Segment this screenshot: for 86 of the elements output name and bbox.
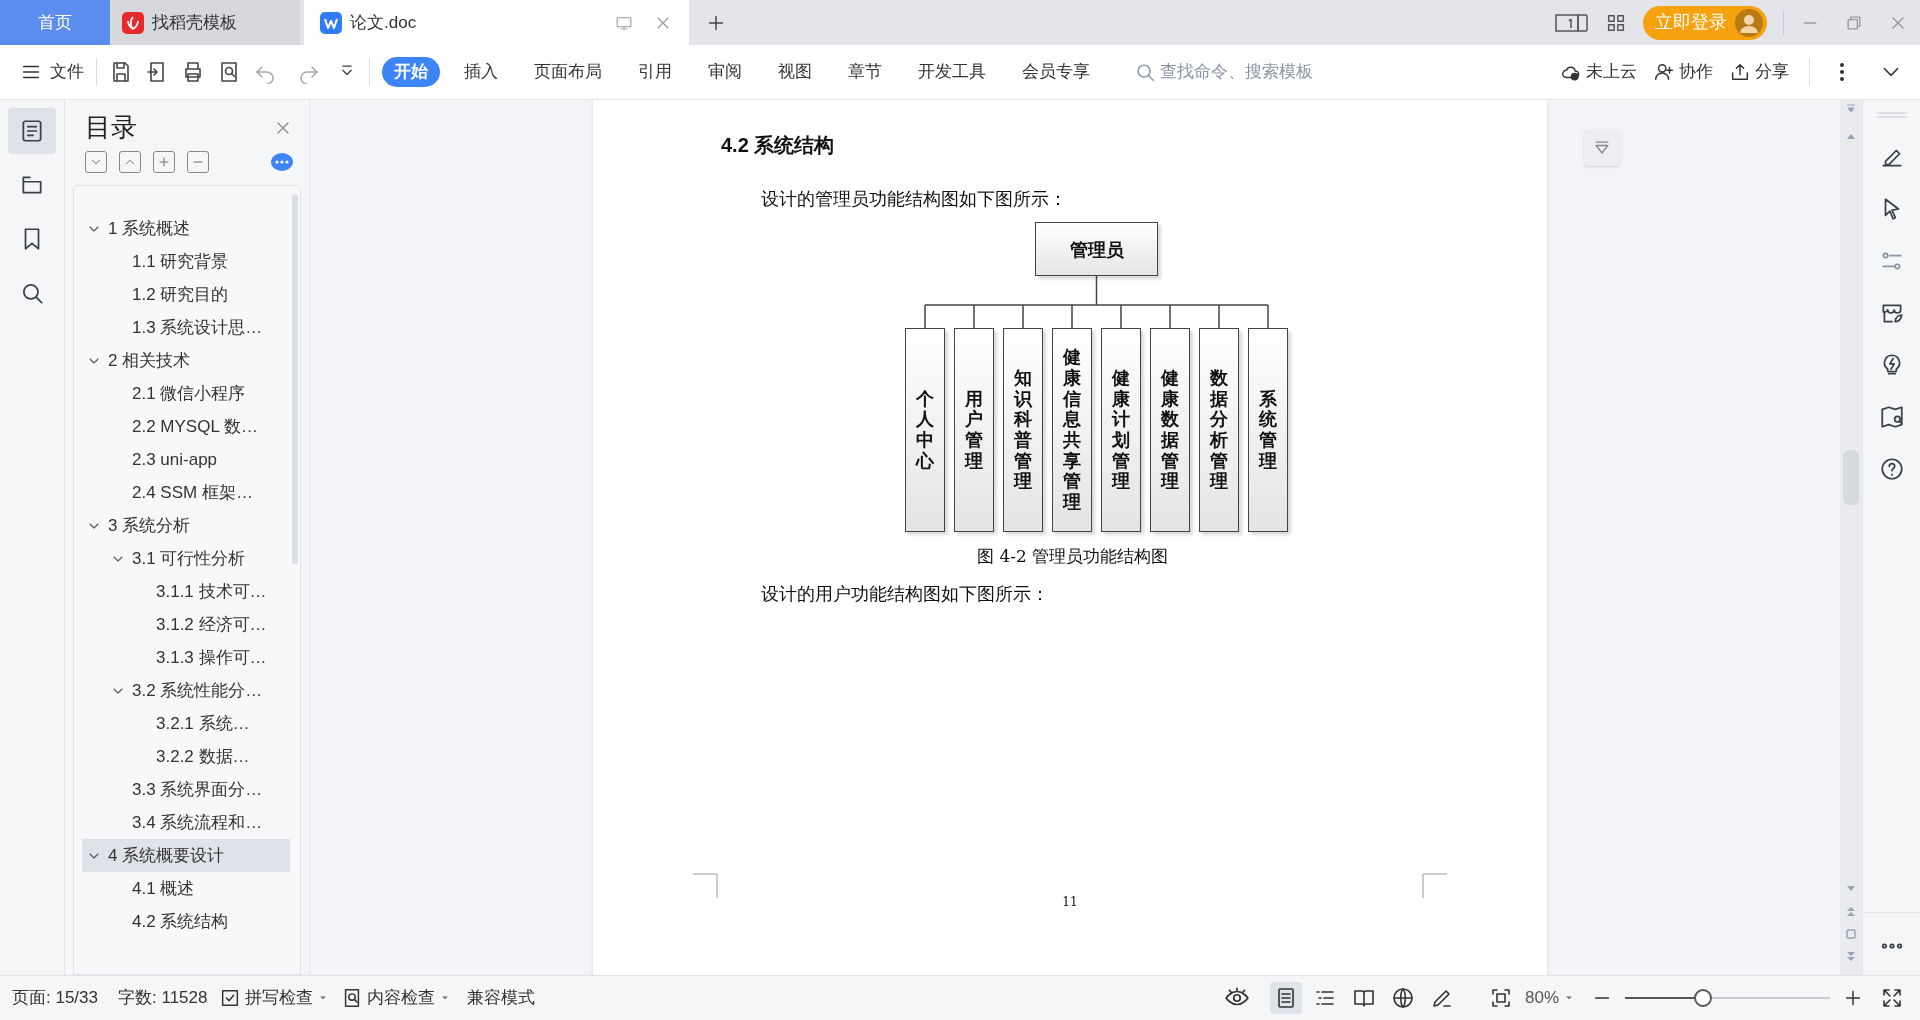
org-chart-node: 系统管理 bbox=[1248, 328, 1288, 532]
outline-item[interactable]: 3.4 系统流程和… bbox=[82, 806, 290, 839]
ribbon-tab[interactable]: 章节 bbox=[836, 57, 894, 87]
paragraph: 设计的用户功能结构图如下图所示： bbox=[761, 581, 1050, 606]
crop-mark bbox=[693, 872, 718, 898]
section-heading: 4.2 系统结构 bbox=[721, 133, 836, 158]
ribbon-tab[interactable]: 审阅 bbox=[696, 57, 754, 87]
zoom-slider[interactable] bbox=[1625, 989, 1830, 1007]
collapse-all-button[interactable] bbox=[119, 151, 141, 173]
share-icon bbox=[1729, 61, 1751, 83]
web-view-icon bbox=[1390, 986, 1415, 1010]
panel-title: 目录 bbox=[85, 111, 137, 144]
ribbon-tab[interactable]: 插入 bbox=[452, 57, 510, 87]
outline-item[interactable]: 3 系统分析 bbox=[82, 509, 290, 542]
outline-item[interactable]: 3.1.3 操作可… bbox=[82, 641, 290, 674]
expand-all-button[interactable] bbox=[85, 151, 107, 173]
app-logo-icon bbox=[122, 11, 144, 34]
org-chart-node: 数据分析管理 bbox=[1199, 328, 1239, 532]
outline-item[interactable]: 3.1 可行性分析 bbox=[82, 542, 290, 575]
outline-panel-icon bbox=[19, 118, 45, 144]
ribbon-tab[interactable]: 会员专享 bbox=[1010, 57, 1102, 87]
outline-item[interactable]: 2 相关技术 bbox=[82, 344, 290, 377]
outline-item[interactable]: 3.2.1 系统… bbox=[82, 707, 290, 740]
content-check-button[interactable]: 内容检查 bbox=[341, 985, 452, 1011]
outline-item[interactable]: 4.2 系统结构 bbox=[82, 905, 290, 938]
page-number: 11 bbox=[1062, 893, 1078, 911]
help-icon[interactable] bbox=[1878, 456, 1905, 482]
figure-caption: 图 4-2 管理员功能结构图 bbox=[977, 545, 1170, 568]
device-sync-icon[interactable] bbox=[1555, 12, 1589, 33]
zoom-menu[interactable]: 80% bbox=[1524, 985, 1575, 1011]
sidebar-tool-button[interactable] bbox=[8, 108, 56, 154]
outline-item[interactable]: 2.1 微信小程序 bbox=[82, 377, 290, 410]
page-count[interactable]: 页面: 15/33 bbox=[12, 985, 98, 1011]
org-chart-node: 用户管理 bbox=[954, 328, 994, 532]
ribbon-tab[interactable]: 开始 bbox=[382, 57, 440, 87]
document-tab[interactable]: 论文.doc bbox=[304, 0, 689, 45]
paragraph: 设计的管理员功能结构图如下图所示： bbox=[761, 187, 1068, 211]
writer-logo-icon bbox=[320, 11, 342, 34]
ribbon-tab[interactable]: 视图 bbox=[766, 57, 824, 87]
assistant-icon[interactable] bbox=[271, 152, 293, 172]
org-chart-node: 个人中心 bbox=[905, 328, 945, 532]
collab-button[interactable]: 协作 bbox=[1653, 59, 1713, 85]
org-chart-node: 管理员 bbox=[1035, 222, 1158, 276]
command-search-field[interactable]: 查找命令、搜索模板 bbox=[1134, 59, 1394, 85]
outline-item[interactable]: 3.3 系统界面分… bbox=[82, 773, 290, 806]
book-search-icon[interactable] bbox=[1878, 404, 1905, 430]
share-button[interactable]: 分享 bbox=[1729, 59, 1789, 85]
outline-item[interactable]: 1.1 研究背景 bbox=[82, 245, 290, 278]
outline-item[interactable]: 1.2 研究目的 bbox=[82, 278, 290, 311]
view-mode-button[interactable] bbox=[1269, 982, 1302, 1014]
outline-item[interactable]: 1.3 系统设计思… bbox=[82, 311, 290, 344]
outline-item[interactable]: 2.2 MYSQL 数… bbox=[82, 410, 290, 443]
promote-button[interactable] bbox=[153, 151, 175, 173]
navigation-pane-button[interactable] bbox=[1584, 130, 1620, 166]
outline-item[interactable]: 3.2 系统性能分… bbox=[82, 674, 290, 707]
avatar-icon bbox=[1735, 8, 1763, 37]
drag-handle-icon[interactable] bbox=[1876, 112, 1907, 118]
outline-item[interactable]: 3.1.1 技术可… bbox=[82, 575, 290, 608]
outline-item[interactable]: 2.4 SSM 框架… bbox=[82, 476, 290, 509]
org-chart-node: 知识科普管理 bbox=[1003, 328, 1043, 532]
file-menu[interactable]: 文件 bbox=[20, 59, 84, 85]
add-person-icon bbox=[1653, 61, 1675, 83]
org-chart-node: 健康信息共享管理 bbox=[1052, 328, 1092, 532]
promote-icon bbox=[157, 155, 171, 169]
ribbon-tab[interactable]: 开发工具 bbox=[906, 57, 998, 87]
outline-item[interactable]: 4 系统概要设计 bbox=[82, 839, 290, 872]
crop-mark bbox=[1422, 872, 1447, 898]
outline-item[interactable]: 1 系统概述 bbox=[82, 212, 290, 245]
spell-check-button[interactable]: 拼写检查 bbox=[219, 985, 330, 1011]
demote-button[interactable] bbox=[187, 151, 209, 173]
fullscreen-icon[interactable] bbox=[1880, 986, 1904, 1010]
cloud-button[interactable]: 未上云 bbox=[1560, 59, 1637, 85]
org-chart-node: 健康计划管理 bbox=[1101, 328, 1141, 532]
scrollbar-thumb[interactable] bbox=[292, 194, 298, 564]
slider-thumb[interactable] bbox=[1693, 989, 1712, 1007]
outline-item[interactable]: 3.1.2 经济可… bbox=[82, 608, 290, 641]
word-count[interactable]: 字数: 11528 bbox=[118, 985, 208, 1011]
compatibility-mode: 兼容模式 bbox=[467, 987, 536, 1010]
ribbon-tab[interactable]: 引用 bbox=[626, 57, 684, 87]
org-chart-node: 健康数据管理 bbox=[1150, 328, 1190, 532]
ribbon-tab[interactable]: 页面布局 bbox=[522, 57, 614, 87]
search-icon bbox=[1134, 61, 1156, 83]
outline-item[interactable]: 3.2.2 数据… bbox=[82, 740, 290, 773]
document-tab[interactable]: 找稻壳模板 bbox=[110, 0, 300, 45]
outline-item[interactable]: 4.1 概述 bbox=[82, 872, 290, 905]
outline-item[interactable]: 2.3 uni-app bbox=[82, 443, 290, 476]
